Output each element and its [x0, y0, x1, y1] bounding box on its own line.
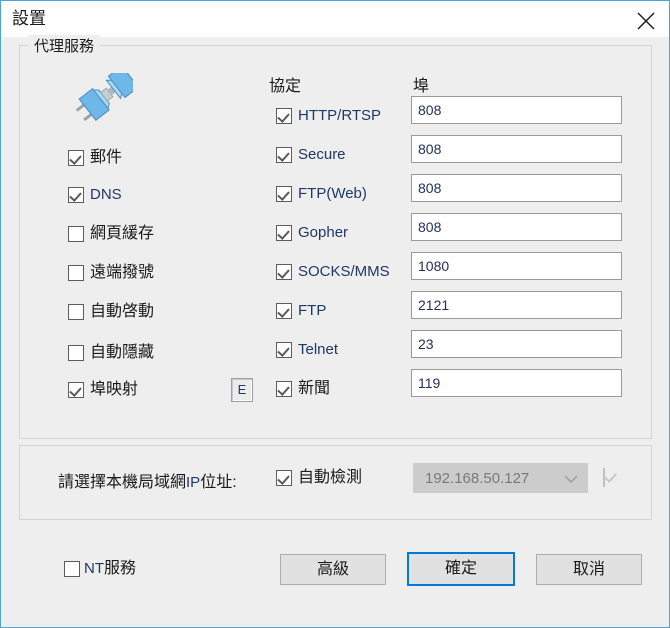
checkbox-label-remote-dial: 遠端撥號 [90, 264, 155, 281]
checkbox-autohide[interactable] [68, 345, 84, 361]
checkbox-label-ftp: FTP [298, 302, 327, 319]
checkbox-row-ftp-web[interactable]: FTP(Web) [276, 185, 367, 203]
checkbox-label-autostart: 自動啓動 [90, 303, 155, 320]
checkbox-label-port-mapping: 埠映射 [90, 381, 139, 398]
local-ip-label-prefix: 請選擇本機局域網 [58, 474, 187, 491]
checkbox-dns[interactable] [68, 187, 84, 203]
port-input-http-rtsp[interactable] [411, 96, 622, 124]
checkbox-telnet[interactable] [276, 342, 292, 358]
port-input-socks-mms[interactable] [411, 252, 622, 280]
title-bar: 設置 [1, 1, 669, 37]
ip-address-dropdown[interactable]: 192.168.50.127 [413, 463, 588, 493]
port-input-ftp[interactable] [411, 291, 622, 319]
checkbox-label-dns: DNS [90, 186, 122, 203]
window-title: 設置 [12, 9, 46, 28]
port-input-telnet[interactable] [411, 330, 622, 358]
chevron-down-icon [564, 475, 578, 483]
local-ip-label: 請選擇本機局域網IP位址: [58, 468, 237, 492]
checkbox-nt-service[interactable] [64, 561, 80, 577]
checkbox-ip-confirm[interactable] [603, 468, 605, 487]
settings-dialog: 設置 代理服務 郵件 DNS 網頁緩存 遠端撥號 自動啓動 自動隱藏 埠映射 E… [0, 0, 670, 628]
checkbox-row-autohide[interactable]: 自動隱藏 [68, 344, 154, 362]
checkbox-remote-dial[interactable] [68, 265, 84, 281]
port-column-header: 埠 [413, 78, 430, 95]
checkbox-autostart[interactable] [68, 304, 84, 320]
checkbox-row-dns[interactable]: DNS [68, 186, 122, 204]
checkbox-ftp[interactable] [276, 303, 292, 319]
checkbox-row-remote-dial[interactable]: 遠端撥號 [68, 264, 154, 282]
port-input-gopher[interactable] [411, 213, 622, 241]
checkbox-label-secure: Secure [298, 146, 346, 163]
checkbox-row-news[interactable]: 新聞 [276, 380, 330, 398]
checkbox-news[interactable] [276, 381, 292, 397]
checkbox-label-auto-detect: 自動檢測 [298, 469, 363, 486]
edit-mapping-button[interactable]: E [231, 378, 253, 402]
checkbox-secure[interactable] [276, 147, 292, 163]
close-button[interactable] [623, 1, 669, 36]
checkbox-row-secure[interactable]: Secure [276, 146, 346, 164]
close-icon [637, 12, 655, 30]
checkbox-row-gopher[interactable]: Gopher [276, 224, 348, 242]
local-ip-label-latin: IP [186, 474, 201, 491]
nt-service-suffix: 服務 [104, 560, 137, 577]
nt-service-latin: NT [84, 560, 104, 577]
checkbox-port-mapping[interactable] [68, 382, 84, 398]
local-ip-label-suffix: 位址: [200, 474, 237, 491]
protocol-column-header: 協定 [269, 78, 302, 95]
checkbox-row-autostart[interactable]: 自動啓動 [68, 303, 154, 321]
checkbox-socks-mms[interactable] [276, 264, 292, 280]
network-plug-icon [75, 73, 133, 122]
cancel-button[interactable]: 取消 [536, 554, 642, 585]
ok-button[interactable]: 確定 [407, 552, 515, 586]
checkbox-row-port-mapping[interactable]: 埠映射 [68, 381, 138, 399]
checkbox-ip-confirm-box[interactable] [603, 468, 605, 487]
checkbox-label-news: 新聞 [298, 380, 331, 397]
ip-address-value: 192.168.50.127 [425, 470, 530, 487]
checkbox-row-nt-service[interactable]: NT服務 [64, 560, 136, 578]
port-input-ftp-web[interactable] [411, 174, 622, 202]
checkbox-auto-detect[interactable] [276, 470, 292, 486]
checkbox-label-telnet: Telnet [298, 341, 339, 358]
checkbox-row-ftp[interactable]: FTP [276, 302, 326, 320]
checkbox-ftp-web[interactable] [276, 186, 292, 202]
port-input-secure[interactable] [411, 135, 622, 163]
checkbox-row-socks-mms[interactable]: SOCKS/MMS [276, 263, 390, 281]
checkbox-label-mail: 郵件 [90, 149, 123, 166]
checkbox-web-cache[interactable] [68, 226, 84, 242]
checkbox-label-gopher: Gopher [298, 224, 349, 241]
checkbox-label-web-cache: 網頁緩存 [90, 225, 155, 242]
advanced-button[interactable]: 高級 [280, 554, 386, 585]
checkbox-row-web-cache[interactable]: 網頁緩存 [68, 225, 154, 243]
checkbox-label-ftp-web: FTP(Web) [298, 185, 367, 202]
checkbox-label-http-rtsp: HTTP/RTSP [298, 107, 382, 124]
checkbox-row-http-rtsp[interactable]: HTTP/RTSP [276, 107, 381, 125]
proxy-service-group-title: 代理服務 [28, 35, 101, 56]
checkbox-label-socks-mms: SOCKS/MMS [298, 263, 390, 280]
checkbox-row-telnet[interactable]: Telnet [276, 341, 338, 359]
checkbox-label-nt-service: NT服務 [84, 560, 136, 578]
checkbox-http-rtsp[interactable] [276, 108, 292, 124]
checkbox-label-autohide: 自動隱藏 [90, 344, 155, 361]
port-input-news[interactable] [411, 369, 622, 397]
checkbox-gopher[interactable] [276, 225, 292, 241]
checkbox-mail[interactable] [68, 150, 84, 166]
checkbox-row-auto-detect[interactable]: 自動檢測 [276, 469, 362, 487]
checkbox-row-mail[interactable]: 郵件 [68, 149, 122, 167]
